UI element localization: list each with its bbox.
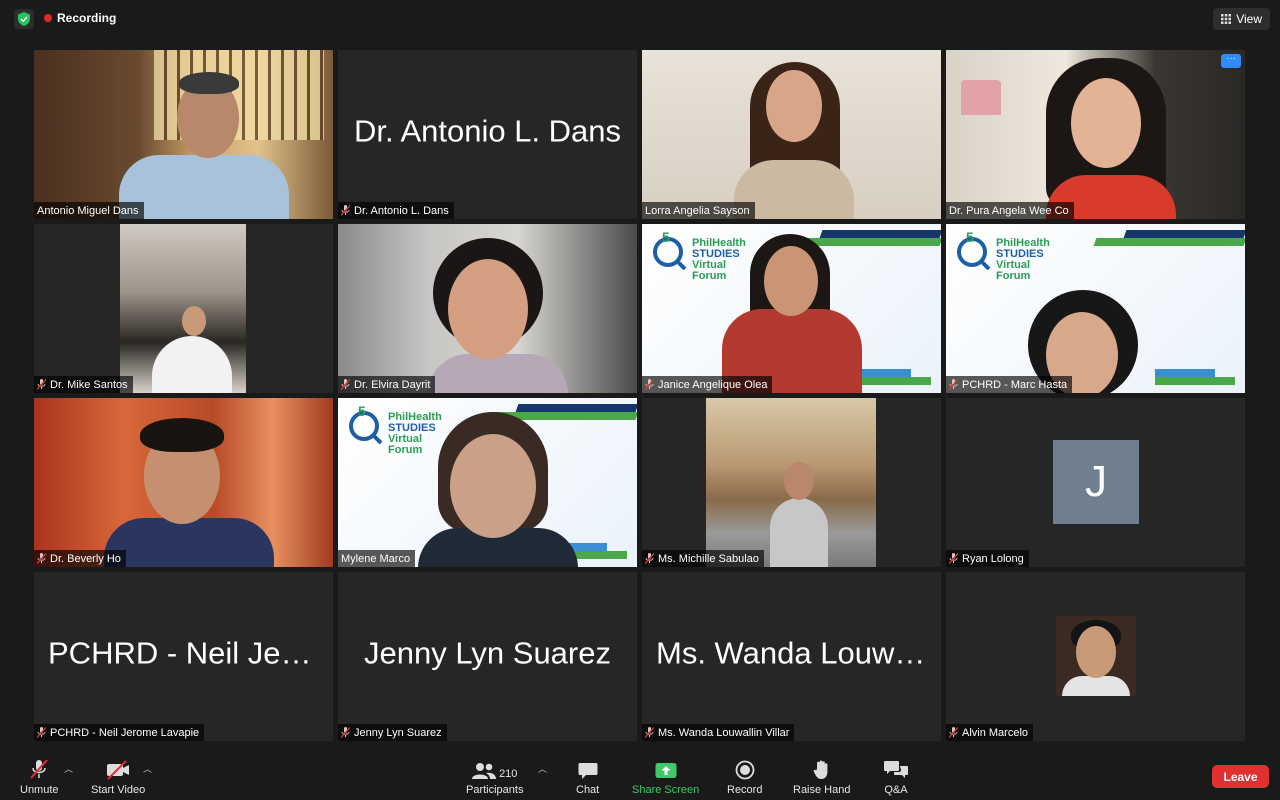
- muted-mic-icon: [645, 727, 654, 738]
- unmute-button[interactable]: Unmute: [20, 758, 59, 796]
- video-tile[interactable]: Dr. Antonio L. Dans Dr. Antonio L. Dans: [338, 50, 637, 219]
- participant-display-name: Dr. Antonio L. Dans: [353, 112, 622, 148]
- video-tile[interactable]: Ms. Michille Sabulao: [642, 398, 941, 567]
- more-options-icon[interactable]: ···: [1221, 54, 1241, 68]
- participant-name-label: Ryan Lolong: [946, 550, 1029, 567]
- profile-photo: [1056, 616, 1136, 696]
- chat-label: Chat: [576, 784, 600, 796]
- svg-text:5: 5: [662, 230, 670, 245]
- muted-microphone-icon: [28, 758, 50, 780]
- share-screen-label: Share Screen: [632, 784, 700, 796]
- record-label: Record: [727, 784, 763, 796]
- muted-mic-icon: [37, 553, 46, 564]
- share-screen-icon: [655, 758, 677, 780]
- participant-display-name: Jenny Lyn Suarez: [363, 634, 611, 670]
- muted-mic-icon: [949, 379, 958, 390]
- leave-button[interactable]: Leave: [1212, 765, 1269, 788]
- participant-name-label: Dr. Mike Santos: [34, 376, 133, 393]
- video-tile[interactable]: Dr. Mike Santos: [34, 224, 333, 393]
- share-screen-button[interactable]: Share Screen: [632, 758, 699, 796]
- video-tile[interactable]: Dr. Beverly Ho: [34, 398, 333, 567]
- participants-button[interactable]: 210 Participants: [466, 758, 523, 796]
- muted-mic-icon: [645, 553, 654, 564]
- participant-name-label: Janice Angelique Olea: [642, 376, 773, 393]
- participant-name-label: Dr. Elvira Dayrit: [338, 376, 436, 393]
- meeting-toolbar: Unmute ︿ Start Video ︿ 210 Participants …: [0, 752, 1280, 800]
- view-button[interactable]: View: [1213, 8, 1270, 30]
- audio-options-chevron-icon[interactable]: ︿: [64, 762, 73, 775]
- muted-mic-icon: [37, 727, 46, 738]
- participant-name-label: Dr. Antonio L. Dans: [338, 202, 454, 219]
- muted-mic-icon: [949, 727, 958, 738]
- record-button[interactable]: Record: [727, 758, 762, 796]
- video-tile[interactable]: J Ryan Lolong: [946, 398, 1245, 567]
- start-video-button[interactable]: Start Video: [91, 758, 145, 796]
- video-tile[interactable]: Lorra Angelia Sayson: [642, 50, 941, 219]
- qa-label: Q&A: [884, 784, 908, 796]
- participant-name-label: Dr. Pura Angela Wee Co: [946, 202, 1074, 219]
- muted-mic-icon: [341, 727, 350, 738]
- participant-name-label: Dr. Beverly Ho: [34, 550, 126, 567]
- start-video-label: Start Video: [91, 784, 146, 796]
- video-tile[interactable]: Jenny Lyn Suarez Jenny Lyn Suarez: [338, 572, 637, 741]
- top-bar: Recording View: [0, 0, 1280, 40]
- participant-name-label: Antonio Miguel Dans: [34, 202, 144, 219]
- video-tile-active-speaker[interactable]: 5 PhilHealth STUDIES Virtual Forum Mylene …: [338, 398, 637, 567]
- svg-text:5: 5: [358, 404, 366, 419]
- chat-icon: [578, 758, 598, 780]
- recording-dot-icon: [44, 14, 52, 22]
- participant-name-label: Ms. Wanda Louwallin Villar: [642, 724, 795, 741]
- security-shield-icon[interactable]: [14, 9, 34, 29]
- video-tile[interactable]: Antonio Miguel Dans: [34, 50, 333, 219]
- participant-name-label: Alvin Marcelo: [946, 724, 1034, 741]
- participant-name-label: Ms. Michille Sabulao: [642, 550, 764, 567]
- philhealth-forum-logo: 5 PhilHealth STUDIES Virtual Forum: [956, 229, 1066, 285]
- gallery-grid: Antonio Miguel Dans Dr. Antonio L. Dans …: [34, 50, 1247, 741]
- video-tile[interactable]: 5 PhilHealth STUDIES Virtual Forum PCHRD -…: [946, 224, 1245, 393]
- video-options-chevron-icon[interactable]: ︿: [143, 762, 152, 775]
- record-icon: [735, 758, 755, 780]
- muted-mic-icon: [341, 205, 350, 216]
- muted-mic-icon: [341, 379, 350, 390]
- participants-icon: [472, 763, 497, 779]
- muted-mic-icon: [949, 553, 958, 564]
- video-tile[interactable]: ··· Dr. Pura Angela Wee Co: [946, 50, 1245, 219]
- svg-text:5: 5: [966, 230, 974, 245]
- video-off-icon: [105, 758, 131, 780]
- raise-hand-button[interactable]: Raise Hand: [793, 758, 850, 796]
- video-tile[interactable]: Alvin Marcelo: [946, 572, 1245, 741]
- chat-button[interactable]: Chat: [576, 758, 599, 796]
- participant-name-label: Lorra Angelia Sayson: [642, 202, 755, 219]
- raise-hand-label: Raise Hand: [793, 784, 851, 796]
- qa-button[interactable]: Q&A: [884, 758, 908, 796]
- participants-options-chevron-icon[interactable]: ︿: [538, 762, 547, 775]
- participants-label: Participants: [466, 784, 524, 796]
- raise-hand-icon: [813, 758, 831, 780]
- grid-icon: [1221, 14, 1232, 24]
- recording-label: Recording: [57, 11, 117, 25]
- qa-icon: [884, 758, 908, 780]
- participant-name-label: PCHRD - Neil Jerome Lavapie: [34, 724, 205, 741]
- participant-name-label: Mylene Marco: [338, 550, 416, 567]
- recording-indicator[interactable]: Recording: [44, 11, 116, 25]
- muted-mic-icon: [645, 379, 654, 390]
- participant-display-name: Ms. Wanda Louwalli...: [656, 634, 941, 670]
- participant-display-name: PCHRD - Neil Jero...: [48, 634, 333, 670]
- participants-count: 210: [499, 768, 518, 780]
- muted-mic-icon: [37, 379, 46, 390]
- avatar: J: [1053, 440, 1139, 524]
- participant-name-label: PCHRD - Marc Hasta: [946, 376, 1073, 393]
- video-tile[interactable]: Ms. Wanda Louwalli... Ms. Wanda Louwalli…: [642, 572, 941, 741]
- philhealth-forum-logo: 5 PhilHealth STUDIES Virtual Forum: [652, 229, 762, 285]
- video-tile[interactable]: Dr. Elvira Dayrit: [338, 224, 637, 393]
- unmute-label: Unmute: [20, 784, 59, 796]
- participant-name-label: Jenny Lyn Suarez: [338, 724, 447, 741]
- video-tile[interactable]: PCHRD - Neil Jero... PCHRD - Neil Jerome…: [34, 572, 333, 741]
- video-tile[interactable]: 5 PhilHealth STUDIES Virtual Forum Janice …: [642, 224, 941, 393]
- view-label: View: [1236, 12, 1262, 26]
